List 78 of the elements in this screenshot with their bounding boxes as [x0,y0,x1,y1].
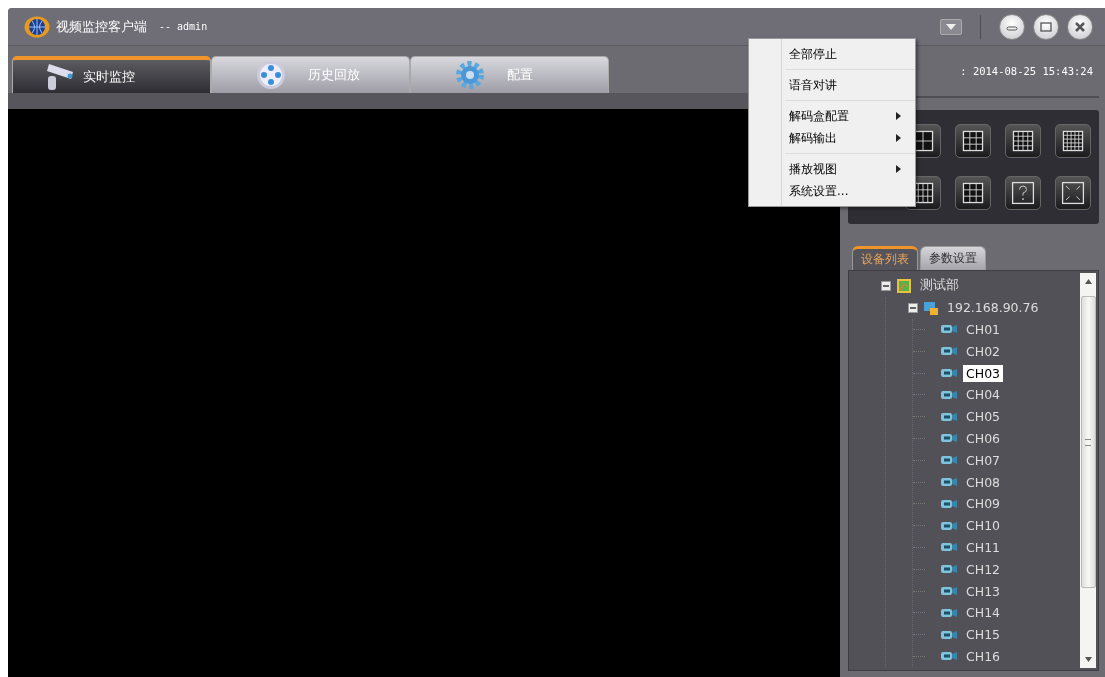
tree-item[interactable]: CH04 [963,386,1004,404]
camera-icon [940,519,958,532]
tree-item[interactable]: CH12 [963,560,1004,578]
menu-item[interactable]: 解码盒配置 [749,105,915,127]
camera-icon [940,345,958,358]
close-button[interactable] [1067,13,1093,40]
window-title: 视频监控客户端 [56,17,147,36]
scrollbar[interactable] [1080,273,1096,668]
submenu-arrow-icon [896,165,901,173]
camera-icon [940,388,958,401]
menu-item[interactable]: 语音对讲 [749,74,915,105]
camera-icon [940,497,958,510]
tree-item[interactable]: CH09 [963,495,1004,513]
menu-item[interactable]: 解码输出 [749,127,915,158]
menu-item[interactable]: 全部停止 [749,43,915,74]
grid-icon [960,128,986,154]
submenu-arrow-icon [896,112,901,120]
dropdown-button[interactable] [940,18,962,35]
grid-icon [960,180,986,206]
playback-icon [256,60,286,90]
tree-item[interactable]: CH08 [963,473,1004,491]
menu-item[interactable]: 播放视图 [749,158,915,180]
camera-icon [940,628,958,641]
tree-item[interactable]: CH05 [963,408,1004,426]
camera-icon [940,650,958,663]
maximize-button[interactable] [1033,13,1059,40]
fullscreen-icon [1060,180,1086,206]
tree-item[interactable]: 测试部 [917,276,962,296]
grid-layout-button[interactable] [955,176,991,210]
help-icon [1010,180,1036,206]
tab[interactable]: 参数设置 [920,246,986,270]
fullscreen-button[interactable] [1055,176,1091,210]
collapse-icon[interactable] [908,302,918,313]
scroll-down-icon[interactable] [1084,657,1092,662]
maximize-icon [1040,20,1052,33]
tree-item[interactable]: CH15 [963,626,1004,644]
camera-icon [940,563,958,576]
clock-text: : 2014-08-25 15:43:24 [960,65,1093,77]
tree-item[interactable]: CH14 [963,604,1004,622]
menu-item[interactable]: 系统设置... [749,180,915,202]
minimize-button[interactable] [999,13,1025,40]
close-icon [1074,20,1086,33]
gear-icon [455,60,485,90]
camera-icon [940,410,958,423]
grid-layout-button[interactable] [1005,124,1041,158]
collapse-icon[interactable] [881,280,891,291]
camera-icon [940,606,958,619]
tree-item[interactable]: CH13 [963,582,1004,600]
camera-icon [940,323,958,336]
camera-icon [940,541,958,554]
submenu-arrow-icon [896,134,901,142]
globe-icon [24,15,50,38]
grid-layout-button[interactable] [955,124,991,158]
tree-item[interactable]: CH16 [963,647,1004,665]
user-name: -- admin [159,21,208,32]
tree-item[interactable]: CH06 [963,429,1004,447]
scroll-up-icon[interactable] [1084,279,1092,284]
grid-layout-button[interactable] [1055,124,1091,158]
grid-icon [1060,128,1086,154]
tab[interactable]: 设备列表 [852,246,918,270]
camera-icon [940,432,958,445]
caret-icon [946,23,956,30]
tree-item[interactable]: CH10 [963,517,1004,535]
camera-icon [940,367,958,380]
tree-item[interactable]: CH03 [963,364,1004,382]
tree-item[interactable]: CH02 [963,342,1004,360]
camera-icon [940,476,958,489]
grid-icon [1010,128,1036,154]
camera-icon [940,585,958,598]
help-button[interactable] [1005,176,1041,210]
tab[interactable]: 实时监控 [12,56,211,93]
camera-icon [940,454,958,467]
tree-item[interactable]: CH07 [963,451,1004,469]
tree-item[interactable]: CH11 [963,538,1004,556]
tree-item[interactable]: 192.168.90.76 [944,299,1042,317]
map-icon [896,277,912,294]
monitor-icon [923,299,939,316]
tree-item[interactable]: CH01 [963,321,1004,338]
